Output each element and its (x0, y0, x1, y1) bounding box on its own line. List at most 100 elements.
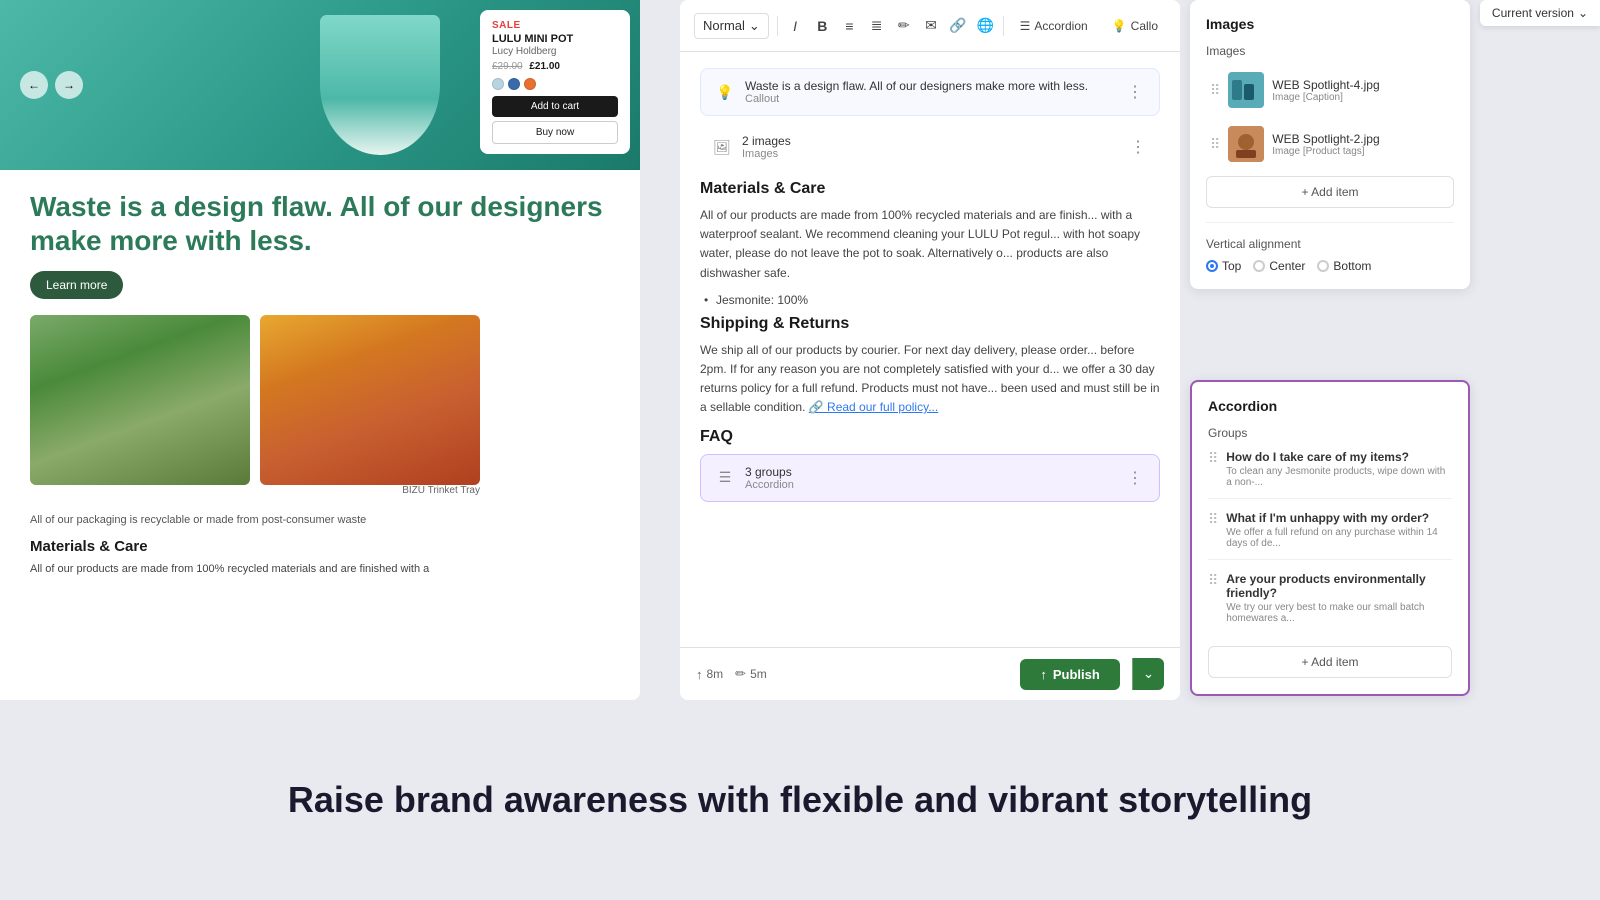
learn-more-btn[interactable]: Learn more (30, 271, 123, 299)
toolbar-divider-1 (777, 16, 778, 36)
numbered-list-btn[interactable]: ≣ (867, 12, 886, 40)
version-label: Current version (1492, 6, 1574, 20)
align-bottom-option[interactable]: Bottom (1317, 259, 1371, 273)
callout-icon: 💡 (1112, 19, 1127, 33)
color-swatch-3[interactable] (524, 78, 536, 90)
callout-block: 💡 Waste is a design flaw. All of our des… (700, 68, 1160, 116)
shipping-section-title: Shipping & Returns (700, 315, 1160, 333)
prev-btn[interactable]: ← (20, 71, 48, 99)
link-btn[interactable]: 🔗 (949, 12, 968, 40)
sale-badge: SALE (492, 20, 618, 31)
image-thumb-2 (1228, 126, 1264, 162)
image-info-2: WEB Spotlight-2.jpg Image [Product tags] (1272, 132, 1450, 157)
buy-now-btn[interactable]: Buy now (492, 121, 618, 144)
italic-btn[interactable]: I (786, 12, 805, 40)
accordion-group-1-content: How do I take care of my items? To clean… (1226, 450, 1452, 488)
accordion-block: ☰ 3 groups Accordion ⋮ (700, 454, 1160, 502)
time-edit-stat: ✏ 5m (735, 666, 767, 682)
accordion-group-2[interactable]: ⠿ What if I'm unhappy with my order? We … (1208, 511, 1452, 560)
bottom-headline: Raise brand awareness with flexible and … (288, 779, 1312, 821)
image-type-1: Image [Caption] (1272, 92, 1450, 103)
accordion-group-1[interactable]: ⠿ How do I take care of my items? To cle… (1208, 450, 1452, 499)
format-select[interactable]: Normal ⌄ (694, 13, 769, 39)
add-image-item-btn[interactable]: + Add item (1206, 176, 1454, 208)
drag-handle-2[interactable]: ⠿ (1210, 136, 1220, 153)
publish-chevron-icon: ⌄ (1143, 666, 1154, 681)
align-options: Top Center Bottom (1206, 259, 1454, 273)
time-up-stat: ↑ 8m (696, 667, 723, 682)
publish-dropdown-btn[interactable]: ⌄ (1132, 658, 1164, 690)
color-swatch-2[interactable] (508, 78, 520, 90)
accordion-right-panel: Accordion Groups ⠿ How do I take care of… (1190, 380, 1470, 696)
callout-section-btn[interactable]: 💡 Callo (1104, 15, 1166, 37)
accordion-group-3[interactable]: ⠿ Are your products environmentally frie… (1208, 572, 1452, 634)
materials-title: Materials & Care (30, 538, 610, 555)
preview-image-1 (30, 315, 250, 485)
product-price: £29.00 £21.00 (492, 61, 618, 72)
product-image (320, 15, 440, 155)
accordion-groups-label: Groups (1208, 426, 1452, 440)
callout-icon: 💡 (713, 80, 737, 104)
accordion-group-2-title: What if I'm unhappy with my order? (1226, 511, 1452, 525)
accordion-group-2-content: What if I'm unhappy with my order? We of… (1226, 511, 1452, 549)
preview-panel: ← → SALE LULU MINI POT Lucy Holdberg £29… (0, 0, 640, 700)
drag-handle-acc-2[interactable]: ⠿ (1208, 511, 1218, 528)
read-full-policy-link[interactable]: 🔗 Read our full policy... (809, 400, 938, 414)
materials-section-title: Materials & Care (700, 180, 1160, 198)
materials-text: All of our products are made from 100% r… (30, 561, 610, 578)
drag-handle-acc-3[interactable]: ⠿ (1208, 572, 1218, 589)
accordion-icon: ☰ (1020, 19, 1031, 33)
next-btn[interactable]: → (55, 71, 83, 99)
images-menu[interactable]: ⋮ (1126, 135, 1150, 159)
align-center-option[interactable]: Center (1253, 259, 1305, 273)
drag-handle-acc-1[interactable]: ⠿ (1208, 450, 1218, 467)
image-info-1: WEB Spotlight-4.jpg Image [Caption] (1272, 78, 1450, 103)
accordion-group-3-desc: We try our very best to make our small b… (1226, 602, 1452, 624)
accordion-icon: ☰ (713, 466, 737, 490)
align-center-radio[interactable] (1253, 260, 1265, 272)
callout-content: Waste is a design flaw. All of our desig… (745, 79, 1115, 105)
color-swatch-1[interactable] (492, 78, 504, 90)
editor-footer: ↑ 8m ✏ 5m ↑ Publish ⌄ (680, 647, 1180, 700)
price-old: £29.00 (492, 61, 523, 72)
image-item-2[interactable]: ⠿ WEB Spotlight-2.jpg Image [Product tag… (1206, 122, 1454, 166)
vertical-alignment-section: Vertical alignment Top Center Bottom (1206, 222, 1454, 273)
accordion-content: 3 groups Accordion (745, 465, 1115, 491)
preview-image-2 (260, 315, 480, 485)
packaging-caption: All of our packaging is recyclable or ma… (30, 514, 610, 526)
align-top-radio[interactable] (1206, 260, 1218, 272)
toolbar-divider-2 (1003, 16, 1004, 36)
bold-btn[interactable]: B (813, 12, 832, 40)
callout-text: Waste is a design flaw. All of our desig… (745, 79, 1115, 93)
publish-btn[interactable]: ↑ Publish (1020, 659, 1119, 690)
add-to-cart-btn[interactable]: Add to cart (492, 96, 618, 117)
up-arrow-icon: ↑ (696, 667, 703, 682)
draw-btn[interactable]: ✏ (894, 12, 913, 40)
img-caption-2: BIZU Trinket Tray (260, 485, 480, 496)
editor-toolbar: Normal ⌄ I B ≡ ≣ ✏ ✉ 🔗 🌐 ☰ Accordion 💡 C… (680, 0, 1180, 52)
drag-handle-1[interactable]: ⠿ (1210, 82, 1220, 99)
version-badge[interactable]: Current version ⌄ (1480, 0, 1600, 26)
materials-section-text: All of our products are made from 100% r… (700, 206, 1160, 283)
preview-content: Waste is a design flaw. All of our desig… (0, 170, 640, 598)
pencil-icon: ✏ (735, 666, 746, 682)
vertical-alignment-label: Vertical alignment (1206, 237, 1454, 251)
image-item-1[interactable]: ⠿ WEB Spotlight-4.jpg Image [Caption] (1206, 68, 1454, 112)
globe-btn[interactable]: 🌐 (976, 12, 995, 40)
add-accordion-item-btn[interactable]: + Add item (1208, 646, 1452, 678)
accordion-menu[interactable]: ⋮ (1123, 466, 1147, 490)
accordion-section-btn[interactable]: ☰ Accordion (1012, 15, 1096, 37)
align-top-option[interactable]: Top (1206, 259, 1241, 273)
editor-body: 💡 Waste is a design flaw. All of our des… (680, 52, 1180, 647)
image-thumb-1 (1228, 72, 1264, 108)
mail-btn[interactable]: ✉ (921, 12, 940, 40)
images-type: Images (742, 148, 1118, 160)
time-edit-value: 5m (750, 667, 767, 681)
color-swatches (492, 78, 618, 90)
bullet-list-btn[interactable]: ≡ (840, 12, 859, 40)
accordion-count: 3 groups (745, 465, 1115, 479)
callout-menu[interactable]: ⋮ (1123, 80, 1147, 104)
shipping-section-text: We ship all of our products by courier. … (700, 341, 1160, 418)
accordion-group-2-desc: We offer a full refund on any purchase w… (1226, 527, 1452, 549)
align-bottom-radio[interactable] (1317, 260, 1329, 272)
